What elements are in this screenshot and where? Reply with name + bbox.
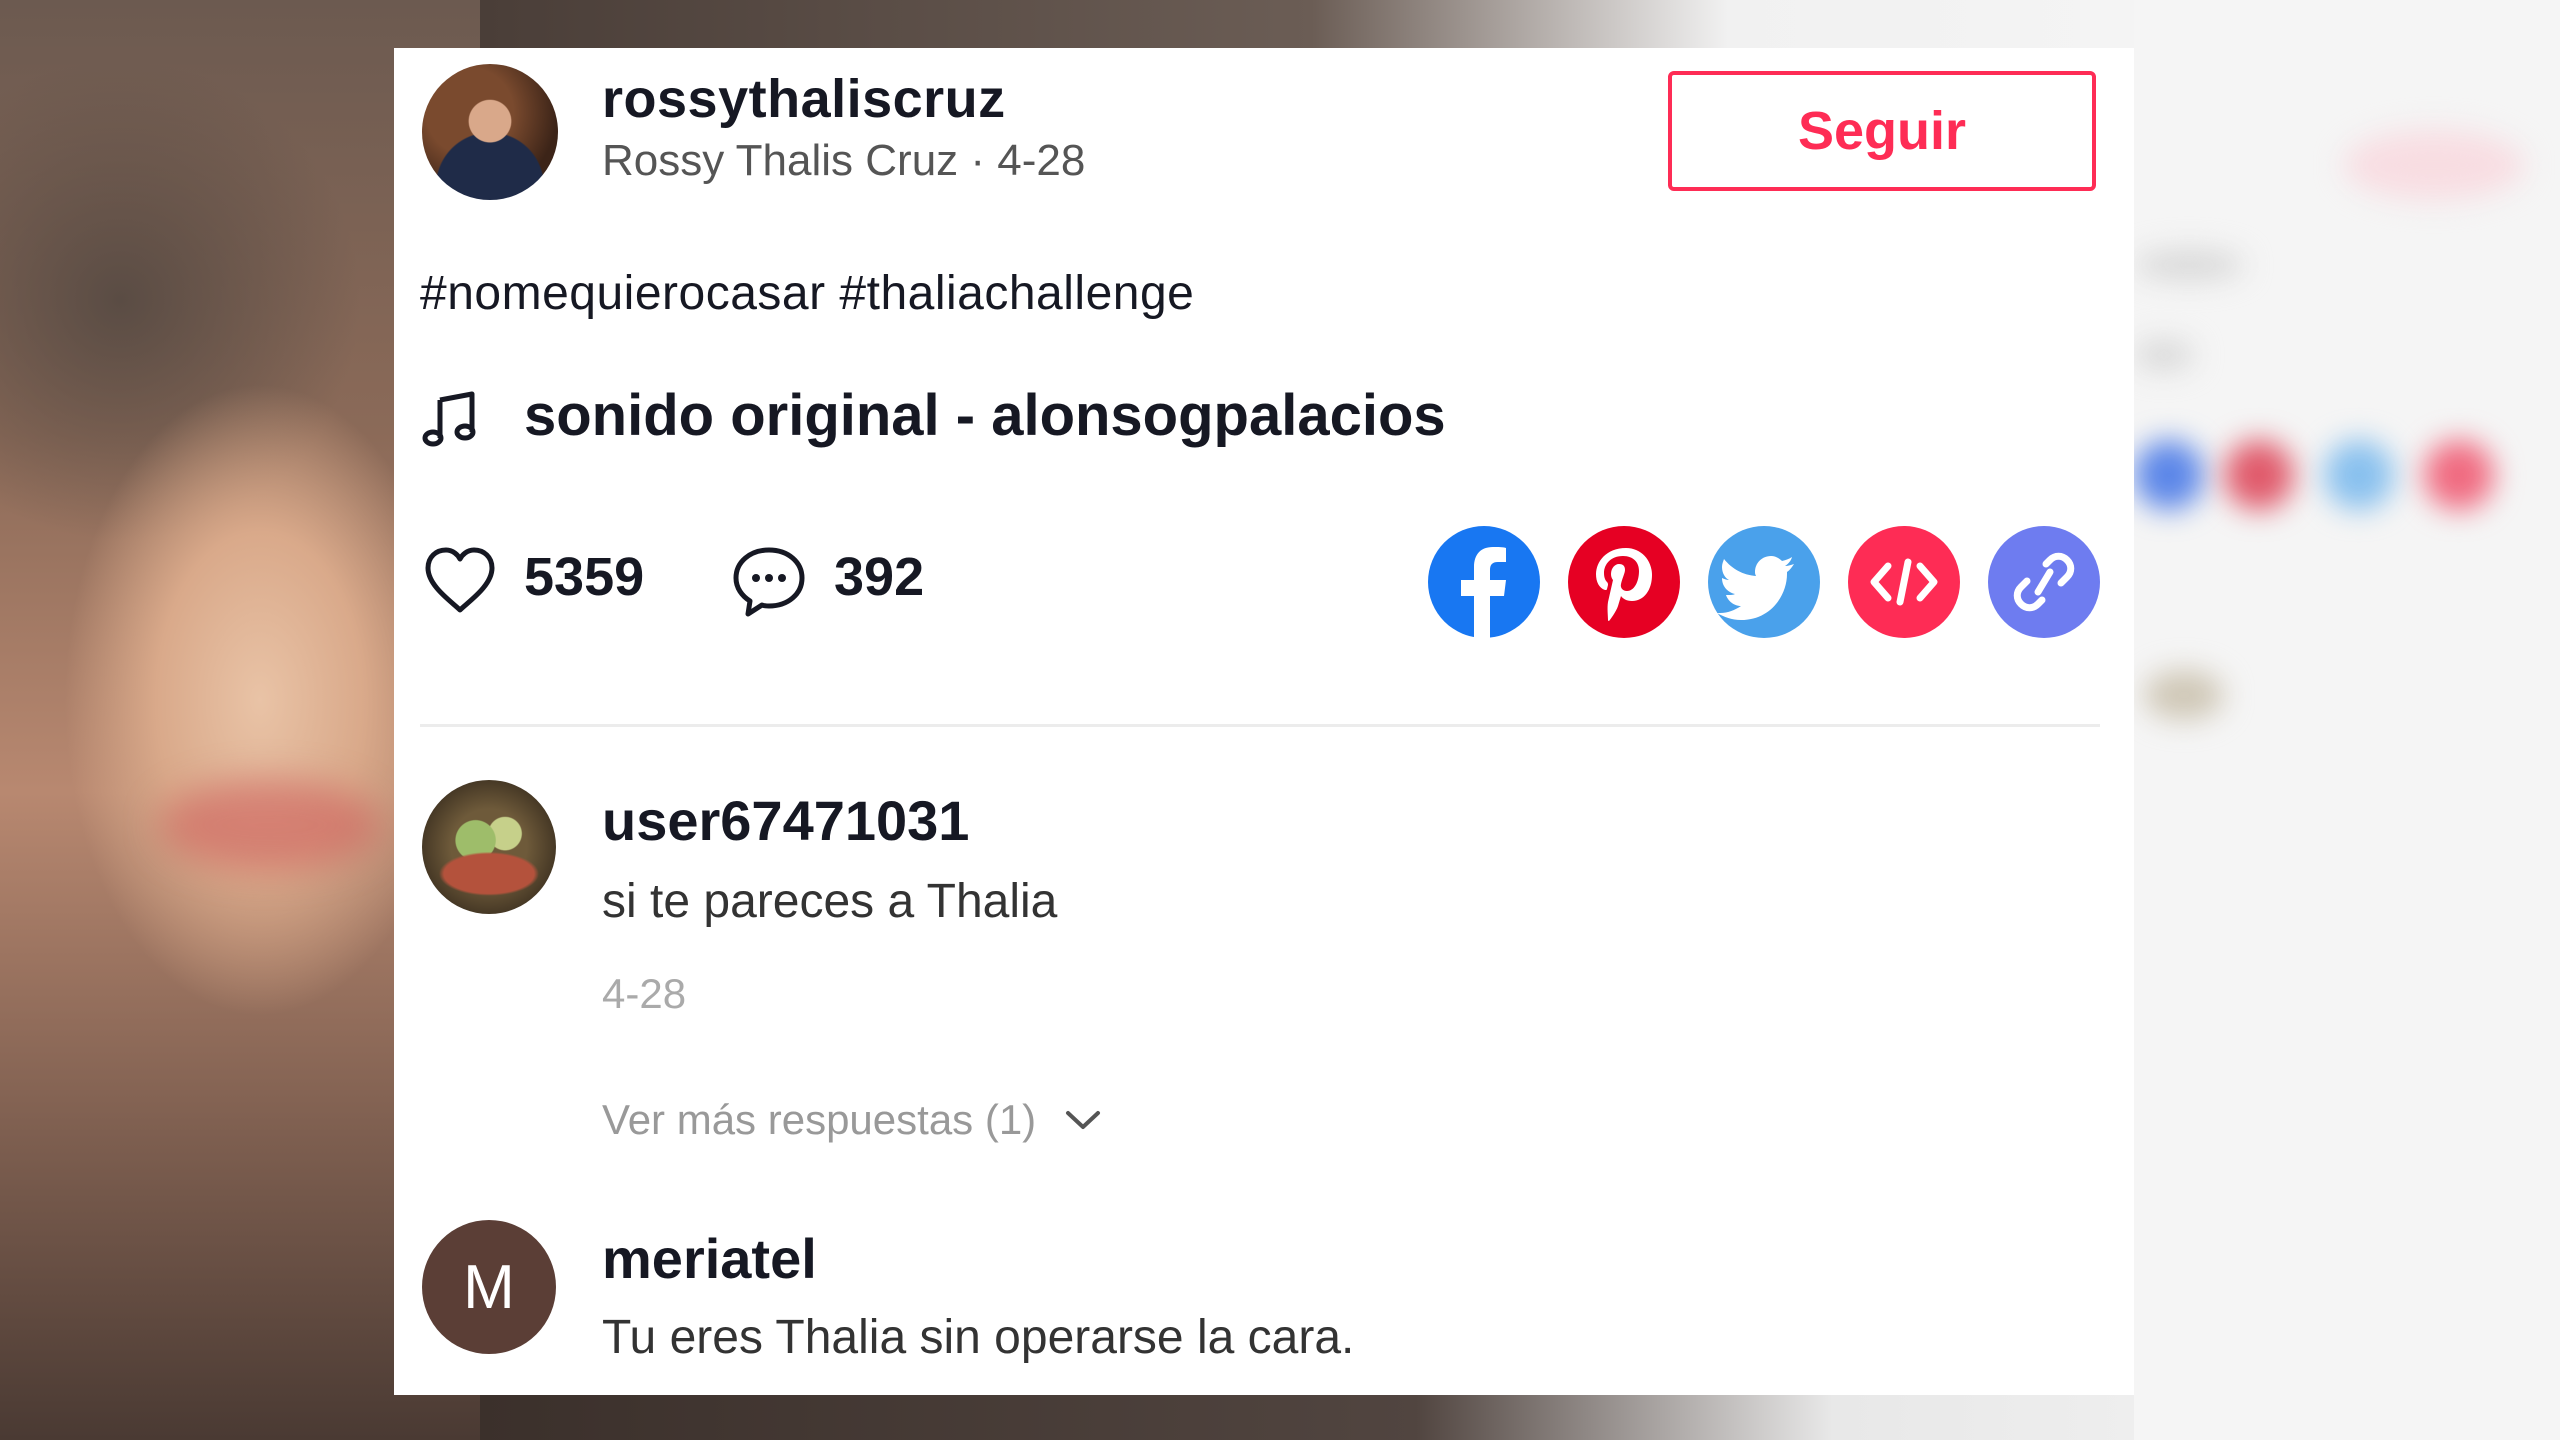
author-name-date: Rossy Thalis Cruz · 4-28 (602, 136, 1086, 185)
chevron-down-icon (1066, 1111, 1101, 1129)
comment-date: 4-28 (602, 970, 687, 1017)
facebook-icon[interactable] (1428, 526, 1540, 638)
blur-share-embed (2424, 440, 2494, 510)
author-username[interactable]: rossythaliscruz (602, 68, 1006, 130)
twitter-icon[interactable] (1708, 526, 1820, 638)
music-note-icon (422, 391, 476, 447)
post-detail-card: rossythaliscruz Rossy Thalis Cruz · 4-28… (394, 48, 2134, 1395)
heart-icon[interactable] (422, 544, 498, 616)
post-hashtags[interactable]: #nomequierocasar #thaliachallenge (420, 266, 1194, 321)
comment-icon[interactable] (730, 544, 808, 620)
comment-text: Tu eres Thalia sin operarse la cara. (602, 1311, 1355, 1364)
pinterest-icon[interactable] (1568, 526, 1680, 638)
blur-text (2134, 250, 2244, 280)
blur-follow-button (2344, 130, 2524, 200)
blur-share-twitter (2324, 440, 2394, 510)
like-count: 5359 (524, 547, 645, 607)
background-right-blur (2134, 0, 2560, 1440)
commenter-avatar[interactable] (422, 780, 556, 914)
author-avatar[interactable] (422, 64, 558, 200)
comment-count: 392 (834, 547, 925, 607)
link-icon[interactable] (1988, 526, 2100, 638)
comment-text: si te pareces a Thalia (602, 875, 1058, 928)
comment-username[interactable]: meriatel (602, 1226, 817, 1291)
blur-avatar (2144, 670, 2224, 720)
follow-button[interactable]: Seguir (1668, 71, 2096, 191)
blur-share-pinterest (2224, 440, 2294, 510)
commenter-avatar[interactable]: M (422, 1220, 556, 1354)
background-blur-detail (160, 780, 380, 870)
section-divider (420, 724, 2100, 727)
view-more-replies-label: Ver más respuestas (1) (602, 1096, 1037, 1143)
embed-icon[interactable] (1848, 526, 1960, 638)
blur-text (2134, 340, 2194, 370)
blur-share-facebook (2134, 440, 2204, 510)
comment-username[interactable]: user67471031 (602, 788, 969, 853)
view-more-replies-button[interactable]: Ver más respuestas (1) (602, 1096, 1104, 1144)
sound-link[interactable]: sonido original - alonsogpalacios (524, 382, 1446, 449)
